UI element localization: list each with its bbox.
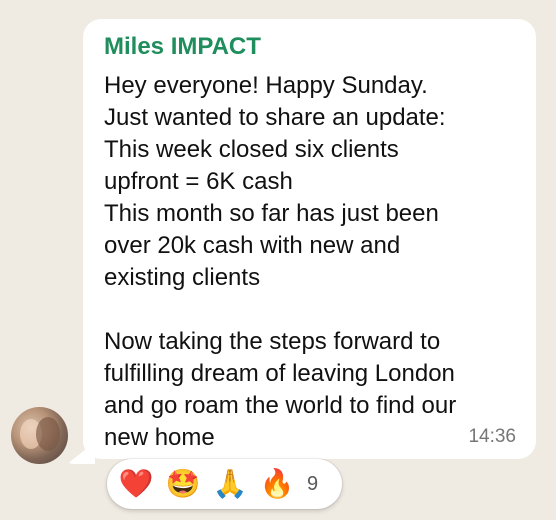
chat-view: Miles IMPACT Hey everyone! Happy Sunday.…: [0, 0, 556, 520]
message-line: upfront = 6K cash: [104, 168, 293, 195]
message-line: existing clients: [104, 264, 261, 291]
message-line: fulfilling dream of leaving London: [104, 360, 455, 387]
message-line: Just wanted to share an update:: [104, 104, 446, 131]
message-line: and go roam the world to find our: [104, 392, 457, 419]
fire-icon[interactable]: 🔥: [260, 469, 295, 499]
reactions-bar[interactable]: ❤️ 🤩 🙏 🔥 9: [107, 459, 342, 509]
message-bubble[interactable]: Miles IMPACT Hey everyone! Happy Sunday.…: [83, 19, 536, 459]
message-line: Hey everyone! Happy Sunday.: [104, 72, 428, 99]
folded-hands-icon[interactable]: 🙏: [213, 469, 248, 499]
message-line-blank: [104, 294, 514, 326]
message-line: This month so far has just been: [104, 200, 439, 227]
message-time: 14:36: [468, 426, 516, 447]
red-heart-icon[interactable]: ❤️: [119, 469, 154, 499]
star-struck-face-icon[interactable]: 🤩: [166, 469, 201, 499]
message-line: Now taking the steps forward to: [104, 328, 441, 355]
message-line: This week closed six clients: [104, 136, 399, 163]
message-text: Hey everyone! Happy Sunday. Just wanted …: [104, 70, 514, 454]
sender-name[interactable]: Miles IMPACT: [104, 33, 516, 61]
message-line: over 20k cash with new and: [104, 232, 401, 259]
reaction-count[interactable]: 9: [307, 474, 318, 494]
avatar[interactable]: [11, 407, 68, 464]
message-line: new home: [104, 424, 215, 451]
